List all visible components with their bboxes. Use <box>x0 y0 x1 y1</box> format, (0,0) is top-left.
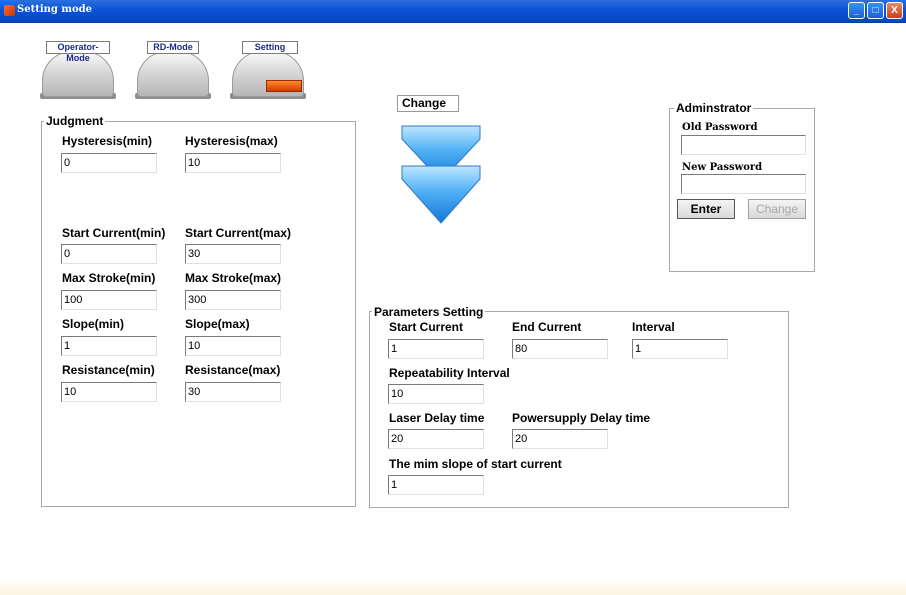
judgment-group <box>41 121 356 507</box>
laser-delay-label: Laser Delay time <box>389 411 485 425</box>
new-password-input[interactable] <box>681 174 806 194</box>
slope-max-label: Slope(max) <box>185 317 250 331</box>
hysteresis-max-input[interactable]: 10 <box>185 153 281 173</box>
interval-label: Interval <box>632 320 675 334</box>
hysteresis-max-label: Hysteresis(max) <box>185 134 278 148</box>
old-password-label: Old Password <box>682 122 758 133</box>
min-slope-input[interactable]: 1 <box>388 475 484 495</box>
old-password-input[interactable] <box>681 135 806 155</box>
change-password-button[interactable]: Change <box>748 199 806 219</box>
start-current-label: Start Current <box>389 320 464 334</box>
max-stroke-min-input[interactable]: 100 <box>61 290 157 310</box>
resistance-max-label: Resistance(max) <box>185 363 281 377</box>
max-stroke-max-input[interactable]: 300 <box>185 290 281 310</box>
slope-min-input[interactable]: 1 <box>61 336 157 356</box>
new-password-label: New Password <box>682 162 763 173</box>
start-current-min-label: Start Current(min) <box>62 226 166 240</box>
start-current-input[interactable]: 1 <box>388 339 484 359</box>
window-title: Setting mode <box>17 4 92 15</box>
powersupply-delay-label: Powersupply Delay time <box>512 411 651 425</box>
change-arrow-graphic <box>401 125 481 224</box>
min-slope-label: The mim slope of start current <box>389 457 562 471</box>
setting-mode-button[interactable]: Setting <box>228 41 308 103</box>
bottom-strip <box>0 582 906 595</box>
maximize-button[interactable]: □ <box>867 2 884 19</box>
judgment-title: Judgment <box>44 114 106 128</box>
end-current-input[interactable]: 80 <box>512 339 608 359</box>
resistance-min-input[interactable]: 10 <box>61 382 157 402</box>
title-bar: Setting mode _ □ X <box>0 0 906 23</box>
max-stroke-max-label: Max Stroke(max) <box>185 271 282 285</box>
start-current-max-label: Start Current(max) <box>185 226 292 240</box>
hysteresis-min-label: Hysteresis(min) <box>62 134 153 148</box>
rd-mode-button[interactable]: RD-Mode <box>133 41 213 103</box>
resistance-max-input[interactable]: 30 <box>185 382 281 402</box>
button-face <box>137 51 209 97</box>
repeatability-interval-input[interactable]: 10 <box>388 384 484 404</box>
close-button[interactable]: X <box>886 2 903 19</box>
double-chevron-down-icon[interactable] <box>398 123 484 227</box>
laser-delay-input[interactable]: 20 <box>388 429 484 449</box>
parameters-setting-title: Parameters Setting <box>372 305 486 319</box>
app-icon <box>4 5 15 16</box>
end-current-label: End Current <box>512 320 582 334</box>
change-label: Change <box>397 95 459 112</box>
resistance-min-label: Resistance(min) <box>62 363 155 377</box>
rd-mode-label: RD-Mode <box>147 41 199 54</box>
start-current-max-input[interactable]: 30 <box>185 244 281 264</box>
max-stroke-min-label: Max Stroke(min) <box>62 271 156 285</box>
setting-mode-label: Setting <box>242 41 298 54</box>
repeatability-interval-label: Repeatability Interval <box>389 366 510 380</box>
active-indicator <box>266 80 302 92</box>
start-current-min-input[interactable]: 0 <box>61 244 157 264</box>
hysteresis-min-input[interactable]: 0 <box>61 153 157 173</box>
administrator-title: Adminstrator <box>674 101 754 115</box>
minimize-button[interactable]: _ <box>848 2 865 19</box>
enter-button[interactable]: Enter <box>677 199 735 219</box>
operator-mode-button[interactable]: Operator-Mode <box>38 41 118 103</box>
slope-min-label: Slope(min) <box>62 317 124 331</box>
interval-input[interactable]: 1 <box>632 339 728 359</box>
operator-mode-label: Operator-Mode <box>46 41 110 63</box>
powersupply-delay-input[interactable]: 20 <box>512 429 608 449</box>
slope-max-input[interactable]: 10 <box>185 336 281 356</box>
